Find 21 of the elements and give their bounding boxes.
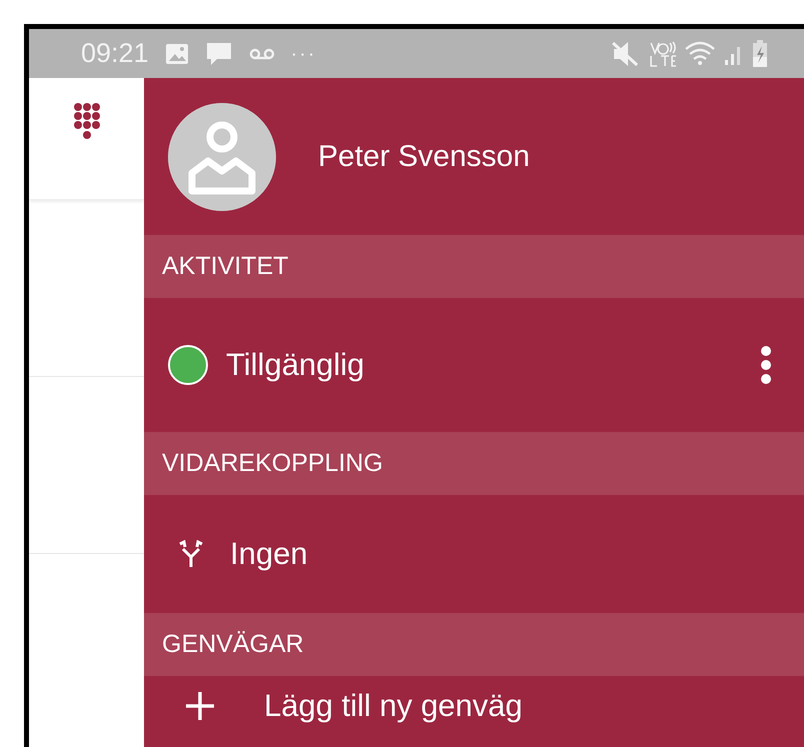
volte-icon bbox=[648, 40, 676, 68]
forwarding-option[interactable]: Ingen bbox=[230, 530, 308, 578]
section-header: GENVÄGAR bbox=[162, 628, 304, 660]
wifi-icon bbox=[684, 40, 716, 66]
section-header: AKTIVITET bbox=[162, 250, 288, 282]
more-notifications: ··· bbox=[290, 42, 317, 66]
status-option[interactable]: Tillgänglig bbox=[226, 342, 364, 388]
voicemail-icon bbox=[248, 48, 275, 60]
add-shortcut-link[interactable]: Lägg till ny genväg bbox=[264, 682, 523, 730]
section-header: VIDAREKOPPLING bbox=[162, 448, 383, 479]
battery-icon bbox=[752, 40, 768, 68]
dialpad-icon[interactable] bbox=[72, 102, 100, 140]
more-options-icon[interactable] bbox=[760, 345, 772, 385]
message-icon bbox=[204, 40, 233, 66]
plus-icon[interactable] bbox=[184, 690, 216, 722]
avatar-icon bbox=[168, 102, 276, 210]
split-arrows-icon bbox=[178, 540, 204, 568]
status-time: 09:21 bbox=[81, 37, 149, 70]
mute-icon bbox=[610, 40, 640, 68]
user-name: Peter Svensson bbox=[318, 139, 530, 175]
image-icon bbox=[164, 42, 189, 64]
